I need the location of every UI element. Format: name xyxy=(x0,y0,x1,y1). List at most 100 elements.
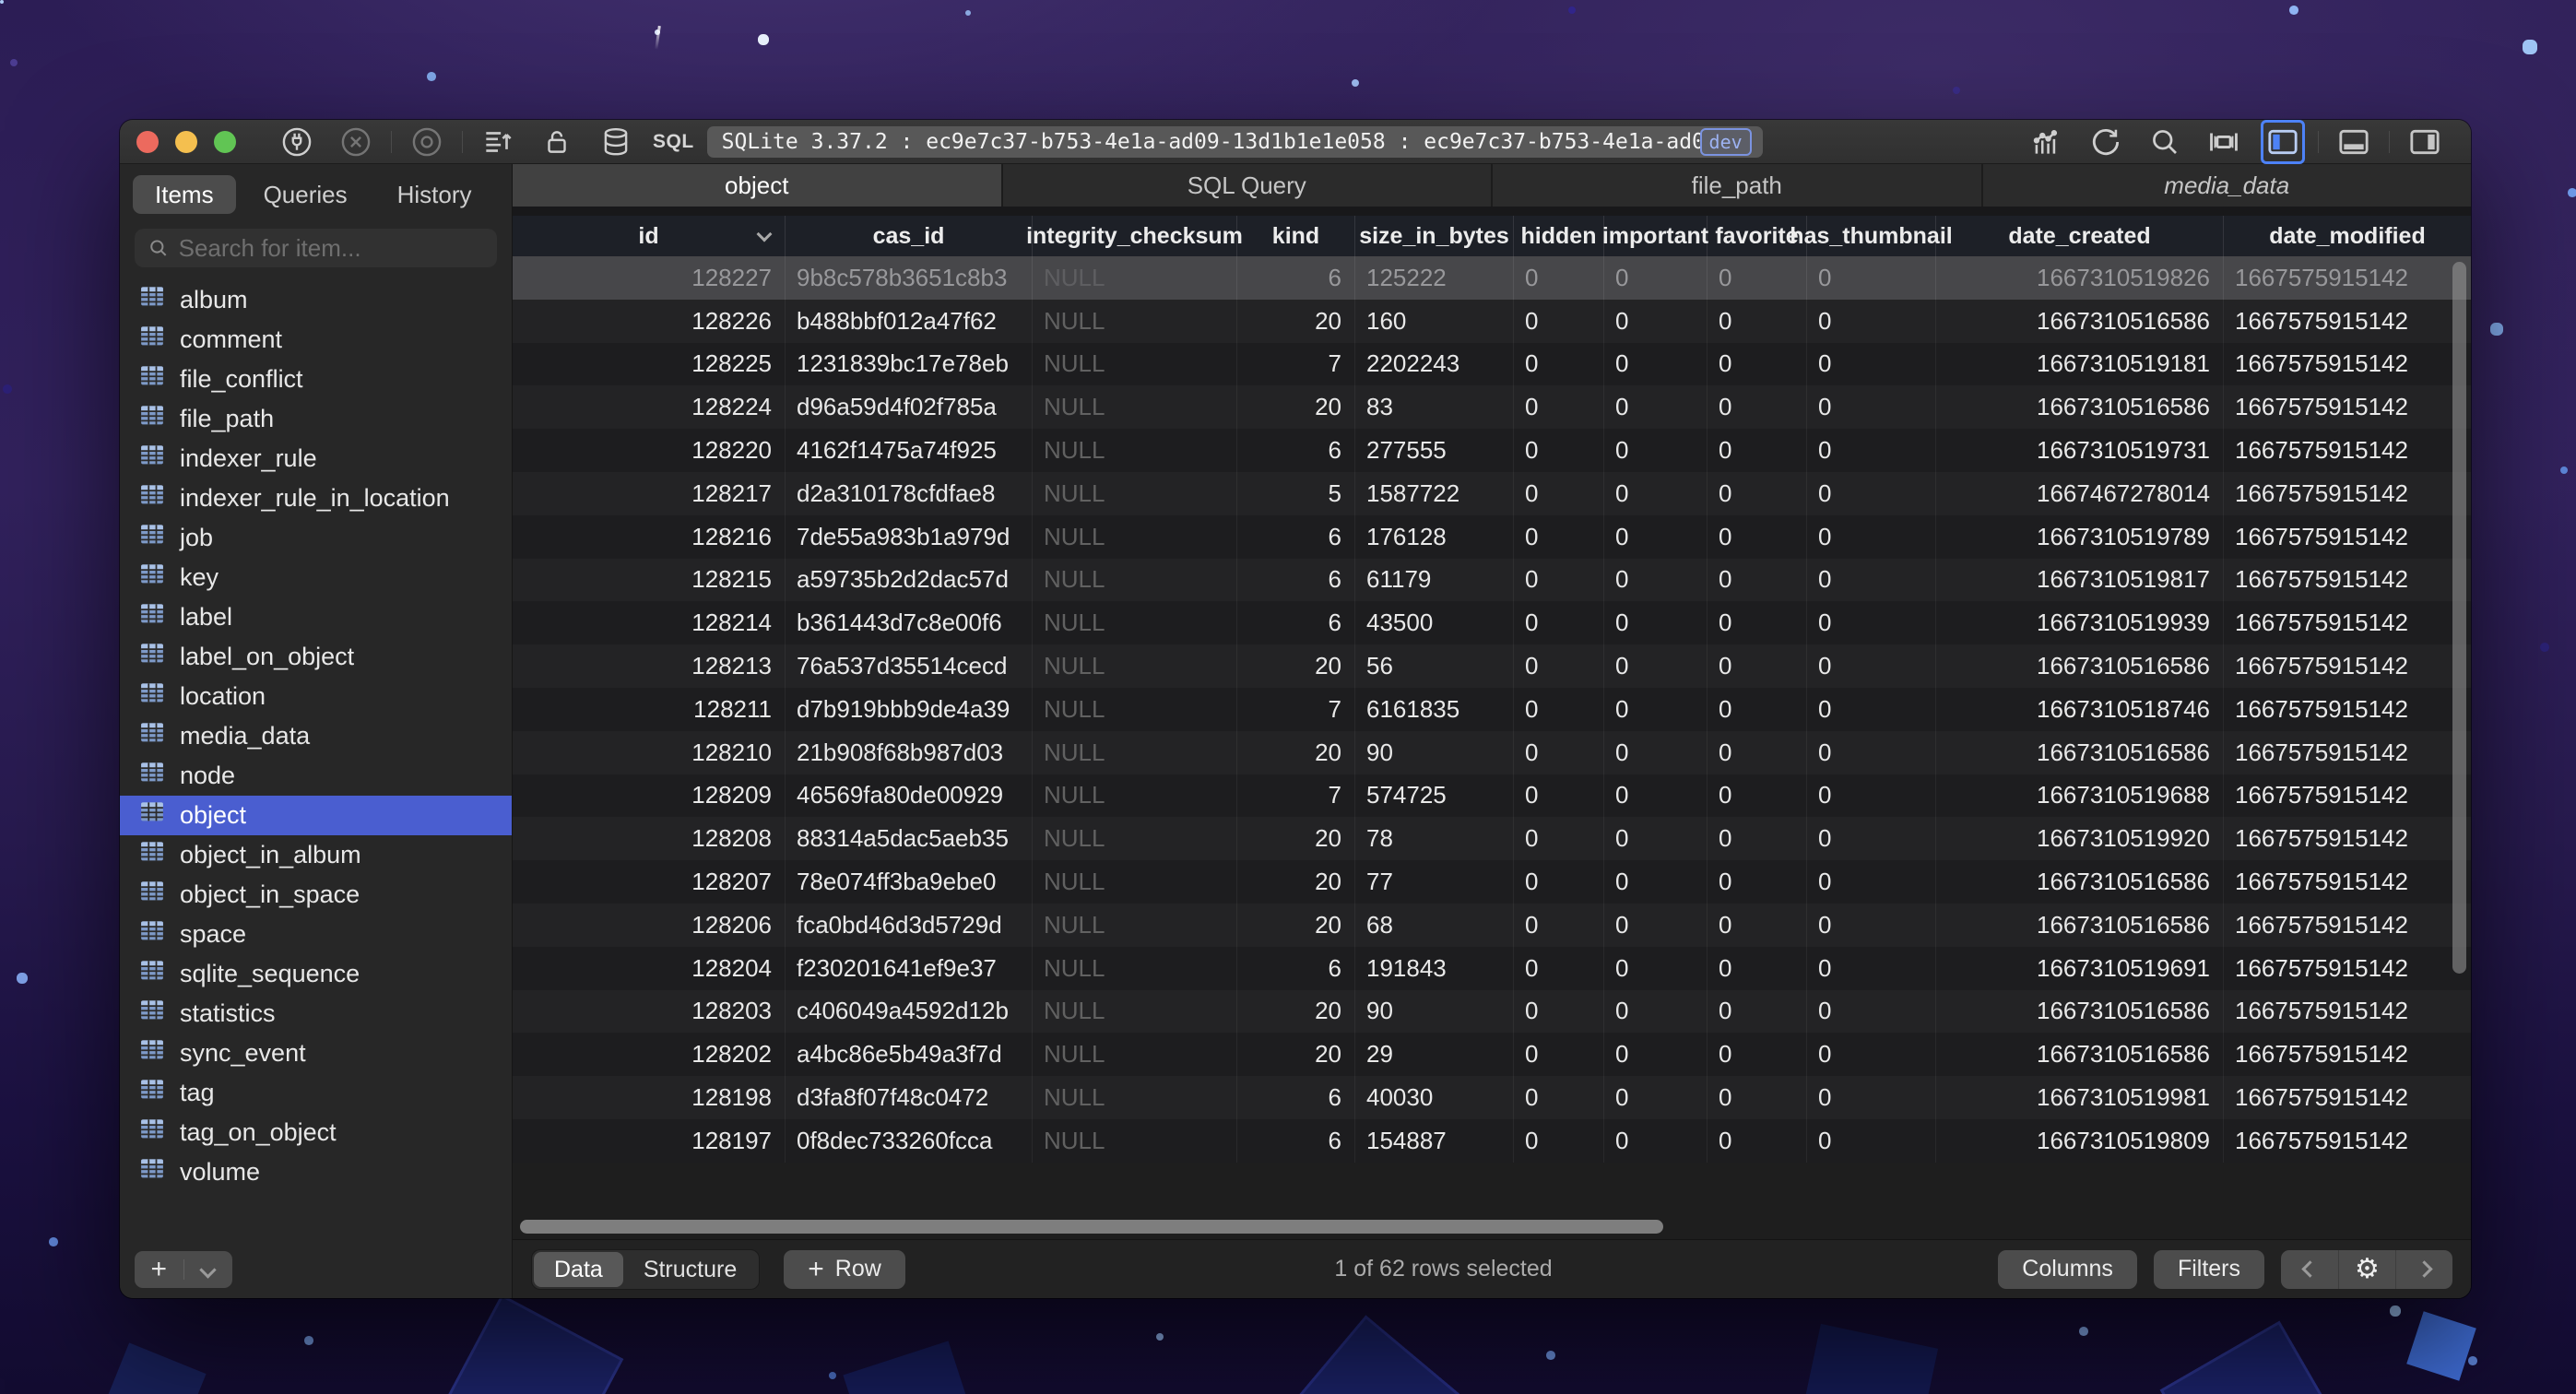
cell-date_created[interactable]: 1667310519809 xyxy=(1935,1118,2223,1163)
column-header-date-created[interactable]: date_created xyxy=(1935,216,2223,256)
table-row[interactable]: 128213 76a537d35514cecd NULL 20 56 0 0 0 0 166731… xyxy=(513,644,2471,688)
cell-date_modified[interactable]: 1667575915142 xyxy=(2223,774,2471,818)
cell-size_in_bytes[interactable]: 77 xyxy=(1354,860,1513,904)
cell-date_created[interactable]: 1667310516586 xyxy=(1935,644,2223,688)
table-row[interactable]: 128226 b488bbf012a47f62 NULL 20 160 0 0 0 0 16673… xyxy=(513,299,2471,343)
cell-size_in_bytes[interactable]: 1587722 xyxy=(1354,471,1513,515)
cell-favorite[interactable]: 0 xyxy=(1707,644,1806,688)
cell-date_modified[interactable]: 1667575915142 xyxy=(2223,730,2471,774)
cell-integrity_checksum[interactable]: NULL xyxy=(1032,256,1236,300)
column-header-cas-id[interactable]: cas_id xyxy=(785,216,1032,256)
cell-date_created[interactable]: 1667310519920 xyxy=(1935,817,2223,861)
cell-id[interactable]: 128204 xyxy=(513,947,785,990)
cell-cas_id[interactable]: b361443d7c8e00f6 xyxy=(785,601,1032,645)
cell-date_modified[interactable]: 1667575915142 xyxy=(2223,514,2471,559)
table-row[interactable]: 128204 f230201641ef9e37 NULL 6 191843 0 0 0 0 166… xyxy=(513,946,2471,990)
cell-cas_id[interactable]: f230201641ef9e37 xyxy=(785,946,1032,990)
cell-kind[interactable]: 20 xyxy=(1236,730,1354,774)
cell-date_modified[interactable]: 1667575915142 xyxy=(2223,817,2471,861)
next-page-button[interactable] xyxy=(2395,1249,2452,1289)
cell-important[interactable]: 0 xyxy=(1603,644,1707,688)
table-row[interactable]: 128211 d7b919bbb9de4a39 NULL 7 6161835 0 0 0 0 16… xyxy=(513,687,2471,731)
cell-favorite[interactable]: 0 xyxy=(1707,860,1806,904)
cell-favorite[interactable]: 0 xyxy=(1707,514,1806,559)
cell-important[interactable]: 0 xyxy=(1603,1076,1707,1119)
cell-date_modified[interactable]: 1667575915142 xyxy=(2223,687,2471,731)
cell-cas_id[interactable]: 9b8c578b3651c8b3 xyxy=(785,256,1032,300)
cell-integrity_checksum[interactable]: NULL xyxy=(1032,817,1236,861)
column-header-size-in-bytes[interactable]: size_in_bytes xyxy=(1354,216,1513,256)
cell-date_created[interactable]: 1667310516586 xyxy=(1935,299,2223,343)
sidebar-tab-history[interactable]: History xyxy=(375,175,494,214)
cell-favorite[interactable]: 0 xyxy=(1707,558,1806,602)
log-list-icon[interactable] xyxy=(478,122,518,162)
cell-kind[interactable]: 20 xyxy=(1236,903,1354,947)
cell-hidden[interactable]: 0 xyxy=(1513,1033,1603,1077)
columns-button[interactable]: Columns xyxy=(1998,1249,2137,1289)
cell-size_in_bytes[interactable]: 90 xyxy=(1354,989,1513,1034)
cell-has_thumbnail[interactable]: 0 xyxy=(1806,558,1935,602)
cell-cas_id[interactable]: a59735b2d2dac57d xyxy=(785,558,1032,602)
cell-size_in_bytes[interactable]: 574725 xyxy=(1354,774,1513,818)
table-row[interactable]: 128210 21b908f68b987d03 NULL 20 90 0 0 0 0 166731… xyxy=(513,730,2471,774)
cell-cas_id[interactable]: 76a537d35514cecd xyxy=(785,644,1032,688)
table-row[interactable]: 128203 c406049a4592d12b NULL 20 90 0 0 0 0 166731… xyxy=(513,989,2471,1034)
cell-date_created[interactable]: 1667310519181 xyxy=(1935,342,2223,386)
sidebar-item-indexer-rule[interactable]: indexer_rule xyxy=(120,439,512,478)
cell-id[interactable]: 128226 xyxy=(513,300,785,343)
cell-id[interactable]: 128209 xyxy=(513,774,785,818)
cell-hidden[interactable]: 0 xyxy=(1513,342,1603,386)
cell-has_thumbnail[interactable]: 0 xyxy=(1806,1118,1935,1163)
cell-has_thumbnail[interactable]: 0 xyxy=(1806,299,1935,343)
cell-important[interactable]: 0 xyxy=(1603,514,1707,559)
cell-favorite[interactable]: 0 xyxy=(1707,385,1806,430)
sidebar-item-key[interactable]: key xyxy=(120,558,512,597)
cell-date_created[interactable]: 1667310516586 xyxy=(1935,730,2223,774)
column-header-id[interactable]: id xyxy=(513,216,785,256)
sidebar-item-location[interactable]: location xyxy=(120,677,512,716)
cell-kind[interactable]: 6 xyxy=(1236,514,1354,559)
cell-date_created[interactable]: 1667310516586 xyxy=(1935,385,2223,430)
disconnect-x-icon[interactable] xyxy=(336,122,376,162)
minimize-window-button[interactable] xyxy=(175,130,197,153)
sidebar-item-sqlite-sequence[interactable]: sqlite_sequence xyxy=(120,954,512,994)
cell-date_modified[interactable]: 1667575915142 xyxy=(2223,903,2471,947)
cell-id[interactable]: 128217 xyxy=(513,472,785,515)
sidebar-tab-items[interactable]: Items xyxy=(133,175,236,214)
cell-date_modified[interactable]: 1667575915142 xyxy=(2223,558,2471,602)
cell-size_in_bytes[interactable]: 125222 xyxy=(1354,256,1513,300)
cell-favorite[interactable]: 0 xyxy=(1707,601,1806,645)
cell-hidden[interactable]: 0 xyxy=(1513,946,1603,990)
cell-date_modified[interactable]: 1667575915142 xyxy=(2223,299,2471,343)
cell-favorite[interactable]: 0 xyxy=(1707,1118,1806,1163)
cell-hidden[interactable]: 0 xyxy=(1513,817,1603,861)
sidebar-item-label-on-object[interactable]: label_on_object xyxy=(120,637,512,677)
cell-integrity_checksum[interactable]: NULL xyxy=(1032,946,1236,990)
cell-has_thumbnail[interactable]: 0 xyxy=(1806,601,1935,645)
cell-size_in_bytes[interactable]: 191843 xyxy=(1354,946,1513,990)
cell-important[interactable]: 0 xyxy=(1603,299,1707,343)
cell-size_in_bytes[interactable]: 40030 xyxy=(1354,1076,1513,1119)
cell-has_thumbnail[interactable]: 0 xyxy=(1806,903,1935,947)
sidebar-item-job[interactable]: job xyxy=(120,518,512,558)
table-row[interactable]: 128202 a4bc86e5b49a3f7d NULL 20 29 0 0 0 0 166731… xyxy=(513,1033,2471,1077)
cell-has_thumbnail[interactable]: 0 xyxy=(1806,342,1935,386)
cell-kind[interactable]: 20 xyxy=(1236,989,1354,1034)
cell-date_created[interactable]: 1667467278014 xyxy=(1935,471,2223,515)
sidebar-item-object-in-album[interactable]: object_in_album xyxy=(120,835,512,875)
cell-kind[interactable]: 7 xyxy=(1236,342,1354,386)
sidebar-item-tag[interactable]: tag xyxy=(120,1073,512,1113)
cell-id[interactable]: 128210 xyxy=(513,731,785,774)
cell-integrity_checksum[interactable]: NULL xyxy=(1032,514,1236,559)
cell-favorite[interactable]: 0 xyxy=(1707,774,1806,818)
cell-has_thumbnail[interactable]: 0 xyxy=(1806,774,1935,818)
sidebar-item-node[interactable]: node xyxy=(120,756,512,796)
cell-important[interactable]: 0 xyxy=(1603,946,1707,990)
close-window-button[interactable] xyxy=(136,130,159,153)
cell-favorite[interactable]: 0 xyxy=(1707,687,1806,731)
column-header-kind[interactable]: kind xyxy=(1236,216,1354,256)
cell-favorite[interactable]: 0 xyxy=(1707,730,1806,774)
sidebar-item-file-path[interactable]: file_path xyxy=(120,399,512,439)
cell-favorite[interactable]: 0 xyxy=(1707,903,1806,947)
table-row[interactable]: 128220 4162f1475a74f925 NULL 6 277555 0 0 0 0 166… xyxy=(513,429,2471,472)
